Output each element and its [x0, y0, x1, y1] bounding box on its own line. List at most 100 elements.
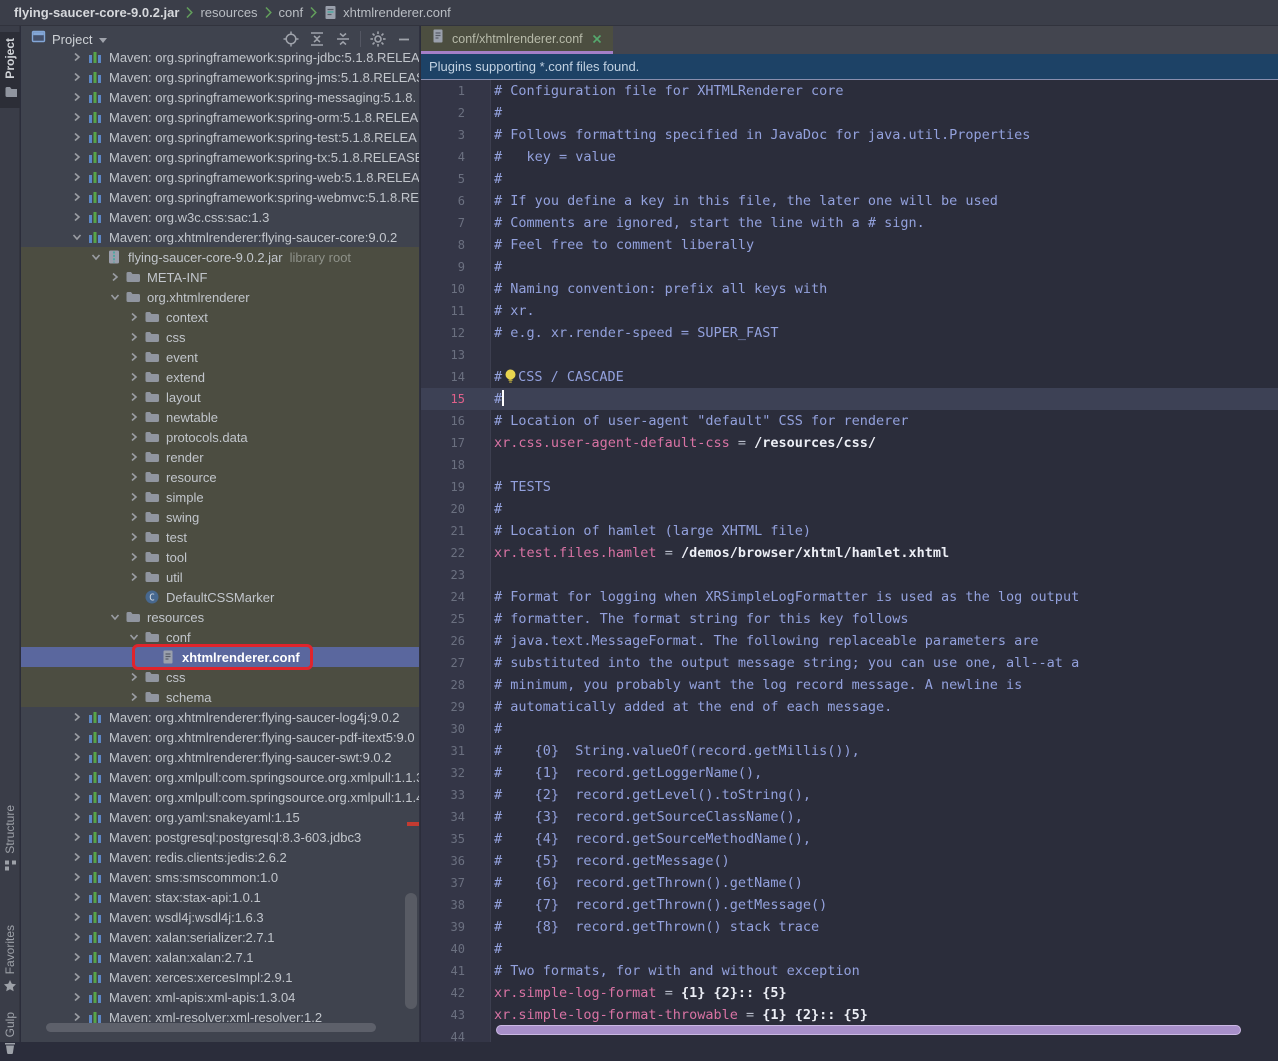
editor-line[interactable]: 21# Location of hamlet (large XHTML file… [421, 520, 1278, 542]
tree-item[interactable]: resources [21, 607, 419, 627]
tree-item[interactable]: Maven: org.xhtmlrenderer:flying-saucer-p… [21, 727, 419, 747]
chevron-right-icon[interactable] [67, 869, 86, 885]
tree-item[interactable]: xhtmlrenderer.conf [21, 647, 419, 667]
tree-item[interactable]: css [21, 327, 419, 347]
tree-item[interactable]: Maven: org.springframework:spring-messag… [21, 87, 419, 107]
editor-line[interactable]: 6# If you define a key in this file, the… [421, 190, 1278, 212]
editor-line[interactable]: 26# java.text.MessageFormat. The followi… [421, 630, 1278, 652]
editor-line[interactable]: 7# Comments are ignored, start the line … [421, 212, 1278, 234]
chevron-right-icon[interactable] [67, 69, 86, 85]
editor-horizontal-scrollbar[interactable] [496, 1025, 1241, 1035]
chevron-down-icon[interactable] [124, 629, 143, 645]
chevron-right-icon[interactable] [124, 309, 143, 325]
tree-item[interactable]: Maven: xerces:xercesImpl:2.9.1 [21, 967, 419, 987]
chevron-right-icon[interactable] [67, 149, 86, 165]
breadcrumb-item[interactable]: xhtmlrenderer.conf [343, 5, 451, 20]
tree-item[interactable]: CDefaultCSSMarker [21, 587, 419, 607]
tree-item[interactable]: Maven: org.springframework:spring-webmvc… [21, 187, 419, 207]
chevron-right-icon[interactable] [124, 429, 143, 445]
chevron-right-icon[interactable] [124, 329, 143, 345]
editor-line[interactable]: 10# Naming convention: prefix all keys w… [421, 278, 1278, 300]
chevron-right-icon[interactable] [124, 669, 143, 685]
editor-line[interactable]: 27# substituted into the output message … [421, 652, 1278, 674]
chevron-right-icon[interactable] [67, 989, 86, 1005]
chevron-right-icon[interactable] [124, 509, 143, 525]
editor-line[interactable]: 25# formatter. The format string for thi… [421, 608, 1278, 630]
editor-line[interactable]: 17xr.css.user-agent-default-css = /resou… [421, 432, 1278, 454]
stripe-tab-structure[interactable]: Structure [0, 805, 20, 877]
tree-item[interactable]: Maven: redis.clients:jedis:2.6.2 [21, 847, 419, 867]
tree-item[interactable]: Maven: org.springframework:spring-jms:5.… [21, 67, 419, 87]
editor-line[interactable]: 16# Location of user-agent "default" CSS… [421, 410, 1278, 432]
tree-item[interactable]: schema [21, 687, 419, 707]
tree-item[interactable]: render [21, 447, 419, 467]
chevron-right-icon[interactable] [67, 929, 86, 945]
chevron-right-icon[interactable] [124, 349, 143, 365]
tree-item[interactable]: flying-saucer-core-9.0.2.jarlibrary root [21, 247, 419, 267]
editor-line[interactable]: 5# [421, 168, 1278, 190]
tree-item[interactable]: Maven: org.springframework:spring-orm:5.… [21, 107, 419, 127]
tree-item[interactable]: protocols.data [21, 427, 419, 447]
editor-line[interactable]: 8# Feel free to comment liberally [421, 234, 1278, 256]
chevron-down-icon[interactable] [86, 249, 105, 265]
chevron-right-icon[interactable] [67, 749, 86, 765]
tree-item[interactable]: Maven: stax:stax-api:1.0.1 [21, 887, 419, 907]
tree-item[interactable]: Maven: postgresql:postgresql:8.3-603.jdb… [21, 827, 419, 847]
chevron-right-icon[interactable] [67, 129, 86, 145]
editor-line[interactable]: 36# {5} record.getMessage() [421, 850, 1278, 872]
editor-line[interactable]: 39# {8} record.getThrown() stack trace [421, 916, 1278, 938]
tree-item[interactable]: swing [21, 507, 419, 527]
tree-item[interactable]: tool [21, 547, 419, 567]
chevron-right-icon[interactable] [124, 469, 143, 485]
editor-line[interactable]: 13 [421, 344, 1278, 366]
tree-item[interactable]: Maven: org.xhtmlrenderer:flying-saucer-s… [21, 747, 419, 767]
chevron-down-icon[interactable] [67, 229, 86, 245]
chevron-right-icon[interactable] [67, 789, 86, 805]
tree-item[interactable]: event [21, 347, 419, 367]
close-icon[interactable] [591, 33, 603, 45]
editor-line[interactable]: 3# Follows formatting specified in JavaD… [421, 124, 1278, 146]
editor-line[interactable]: 35# {4} record.getSourceMethodName(), [421, 828, 1278, 850]
tree-item[interactable]: layout [21, 387, 419, 407]
chevron-right-icon[interactable] [67, 829, 86, 845]
editor-line[interactable]: 38# {7} record.getThrown().getMessage() [421, 894, 1278, 916]
editor-line[interactable]: 34# {3} record.getSourceClassName(), [421, 806, 1278, 828]
tree-item[interactable]: Maven: org.springframework:spring-tx:5.1… [21, 147, 419, 167]
settings-icon[interactable] [369, 30, 387, 48]
expand-all-icon[interactable] [308, 30, 326, 48]
chevron-right-icon[interactable] [124, 569, 143, 585]
tree-item[interactable]: Maven: org.yaml:snakeyaml:1.15 [21, 807, 419, 827]
chevron-right-icon[interactable] [124, 689, 143, 705]
chevron-right-icon[interactable] [124, 489, 143, 505]
tree-item[interactable]: Maven: org.xmlpull:com.springsource.org.… [21, 767, 419, 787]
editor-line[interactable]: 19# TESTS [421, 476, 1278, 498]
project-horizontal-scrollbar[interactable] [46, 1023, 376, 1032]
tree-item[interactable]: extend [21, 367, 419, 387]
breadcrumb-item[interactable]: resources [200, 5, 257, 20]
locate-icon[interactable] [282, 30, 300, 48]
chevron-right-icon[interactable] [124, 449, 143, 465]
editor-line[interactable]: 42xr.simple-log-format = {1} {2}:: {5} [421, 982, 1278, 1004]
editor-line[interactable]: 1# Configuration file for XHTMLRenderer … [421, 80, 1278, 102]
chevron-down-icon[interactable] [99, 38, 107, 43]
tree-item[interactable]: util [21, 567, 419, 587]
editor-line[interactable]: 41# Two formats, for with and without ex… [421, 960, 1278, 982]
editor-line[interactable]: 15# [421, 388, 1278, 410]
tree-item[interactable]: org.xhtmlrenderer [21, 287, 419, 307]
editor-line[interactable]: 33# {2} record.getLevel().toString(), [421, 784, 1278, 806]
chevron-right-icon[interactable] [105, 269, 124, 285]
editor-line[interactable]: 24# Format for logging when XRSimpleLogF… [421, 586, 1278, 608]
project-vertical-scrollbar[interactable] [405, 893, 417, 1009]
tree-item[interactable]: newtable [21, 407, 419, 427]
tree-item[interactable]: Maven: org.w3c.css:sac:1.3 [21, 207, 419, 227]
collapse-all-icon[interactable] [334, 30, 352, 48]
editor-line[interactable]: 9# [421, 256, 1278, 278]
hide-icon[interactable] [395, 30, 413, 48]
editor-line[interactable]: 23 [421, 564, 1278, 586]
tree-item[interactable]: resource [21, 467, 419, 487]
chevron-right-icon[interactable] [124, 529, 143, 545]
tab-conf-xhtmlrenderer[interactable]: conf/xhtmlrenderer.conf [421, 26, 613, 54]
editor-line[interactable]: 22xr.test.files.hamlet = /demos/browser/… [421, 542, 1278, 564]
editor-line[interactable]: 2# [421, 102, 1278, 124]
chevron-right-icon[interactable] [67, 209, 86, 225]
